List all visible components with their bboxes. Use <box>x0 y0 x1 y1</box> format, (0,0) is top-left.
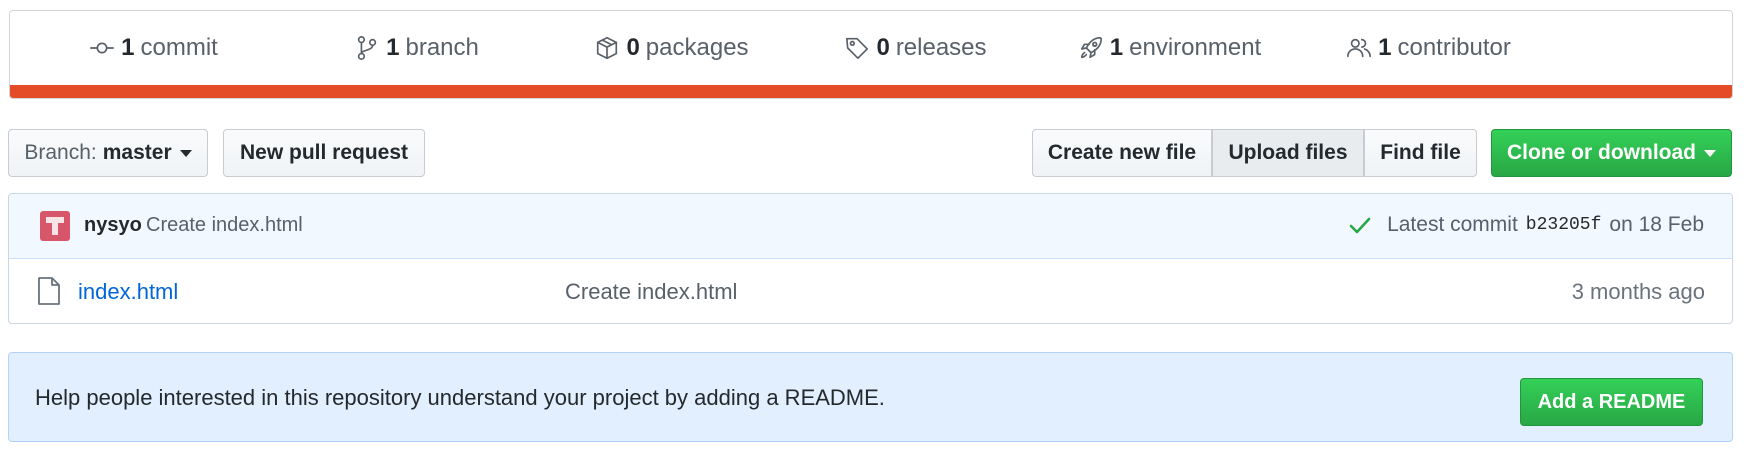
clone-or-download-button[interactable]: Clone or download <box>1491 129 1732 177</box>
language-bar[interactable] <box>10 85 1732 98</box>
table-row: index.html Create index.html 3 months ag… <box>9 259 1732 323</box>
repository-overview: 1 commit 1 branch 0 packages 0 releases … <box>0 0 1744 465</box>
file-name-link[interactable]: index.html <box>78 279 178 305</box>
file-commit-message[interactable]: Create index.html <box>565 279 737 305</box>
contributors-count: 1 <box>1378 34 1392 61</box>
releases-count: 0 <box>876 34 890 61</box>
upload-files-button[interactable]: Upload files <box>1212 129 1364 177</box>
clone-or-download-label: Clone or download <box>1507 141 1696 164</box>
branches-count: 1 <box>386 34 400 61</box>
commit-icon <box>90 42 115 54</box>
packages-count: 0 <box>626 34 640 61</box>
chevron-down-icon <box>1704 149 1716 157</box>
package-icon <box>597 36 618 60</box>
create-new-file-button[interactable]: Create new file <box>1032 129 1212 177</box>
commit-date: on 18 Feb <box>1609 213 1704 236</box>
branch-icon <box>357 36 377 60</box>
latest-commit-prefix: Latest commit <box>1387 213 1518 236</box>
readme-prompt: Help people interested in this repositor… <box>8 352 1733 442</box>
contributors-label: contributor <box>1397 34 1511 61</box>
readme-prompt-text: Help people interested in this repositor… <box>35 385 885 410</box>
branch-label: Branch: <box>24 141 97 164</box>
file-icon <box>38 277 60 305</box>
branches-link[interactable]: 1 branch <box>273 11 560 85</box>
commit-message[interactable]: Create index.html <box>146 214 303 237</box>
commits-count: 1 <box>121 34 135 61</box>
packages-label: packages <box>645 34 749 61</box>
new-pull-request-button[interactable]: New pull request <box>223 129 425 177</box>
commits-link[interactable]: 1 commit <box>10 11 297 85</box>
latest-commit-row: nysyo Create index.html Latest commit b2… <box>9 194 1732 259</box>
contributors-link[interactable]: 1 contributor <box>1285 11 1572 85</box>
people-icon <box>1347 38 1372 58</box>
file-table: nysyo Create index.html Latest commit b2… <box>8 193 1733 324</box>
commits-label: commit <box>140 34 218 61</box>
find-file-button[interactable]: Find file <box>1364 129 1477 177</box>
environments-count: 1 <box>1109 34 1124 61</box>
avatar[interactable] <box>40 211 70 241</box>
environments-label: environment <box>1129 34 1262 61</box>
latest-commit-info: Latest commit b23205f on 18 Feb <box>1347 212 1704 238</box>
releases-link[interactable]: 0 releases <box>772 11 1059 85</box>
numbers-summary: 1 commit 1 branch 0 packages 0 releases … <box>9 10 1733 99</box>
environments-link[interactable]: 1 environment <box>1026 11 1313 85</box>
commit-author[interactable]: nysyo <box>84 214 142 237</box>
commit-sha[interactable]: b23205f <box>1526 215 1602 235</box>
branch-value: master <box>102 141 172 164</box>
rocket-icon <box>1080 36 1102 59</box>
branches-label: branch <box>405 34 479 61</box>
chevron-down-icon <box>179 149 192 157</box>
file-age: 3 months ago <box>1571 279 1705 304</box>
summary-row: 1 commit 1 branch 0 packages 0 releases … <box>10 11 1732 85</box>
releases-label: releases <box>895 34 987 61</box>
check-icon[interactable] <box>1347 212 1373 238</box>
add-readme-button[interactable]: Add a README <box>1520 378 1703 426</box>
tag-icon <box>846 37 869 60</box>
branch-select-button[interactable]: Branch: master <box>8 129 208 177</box>
